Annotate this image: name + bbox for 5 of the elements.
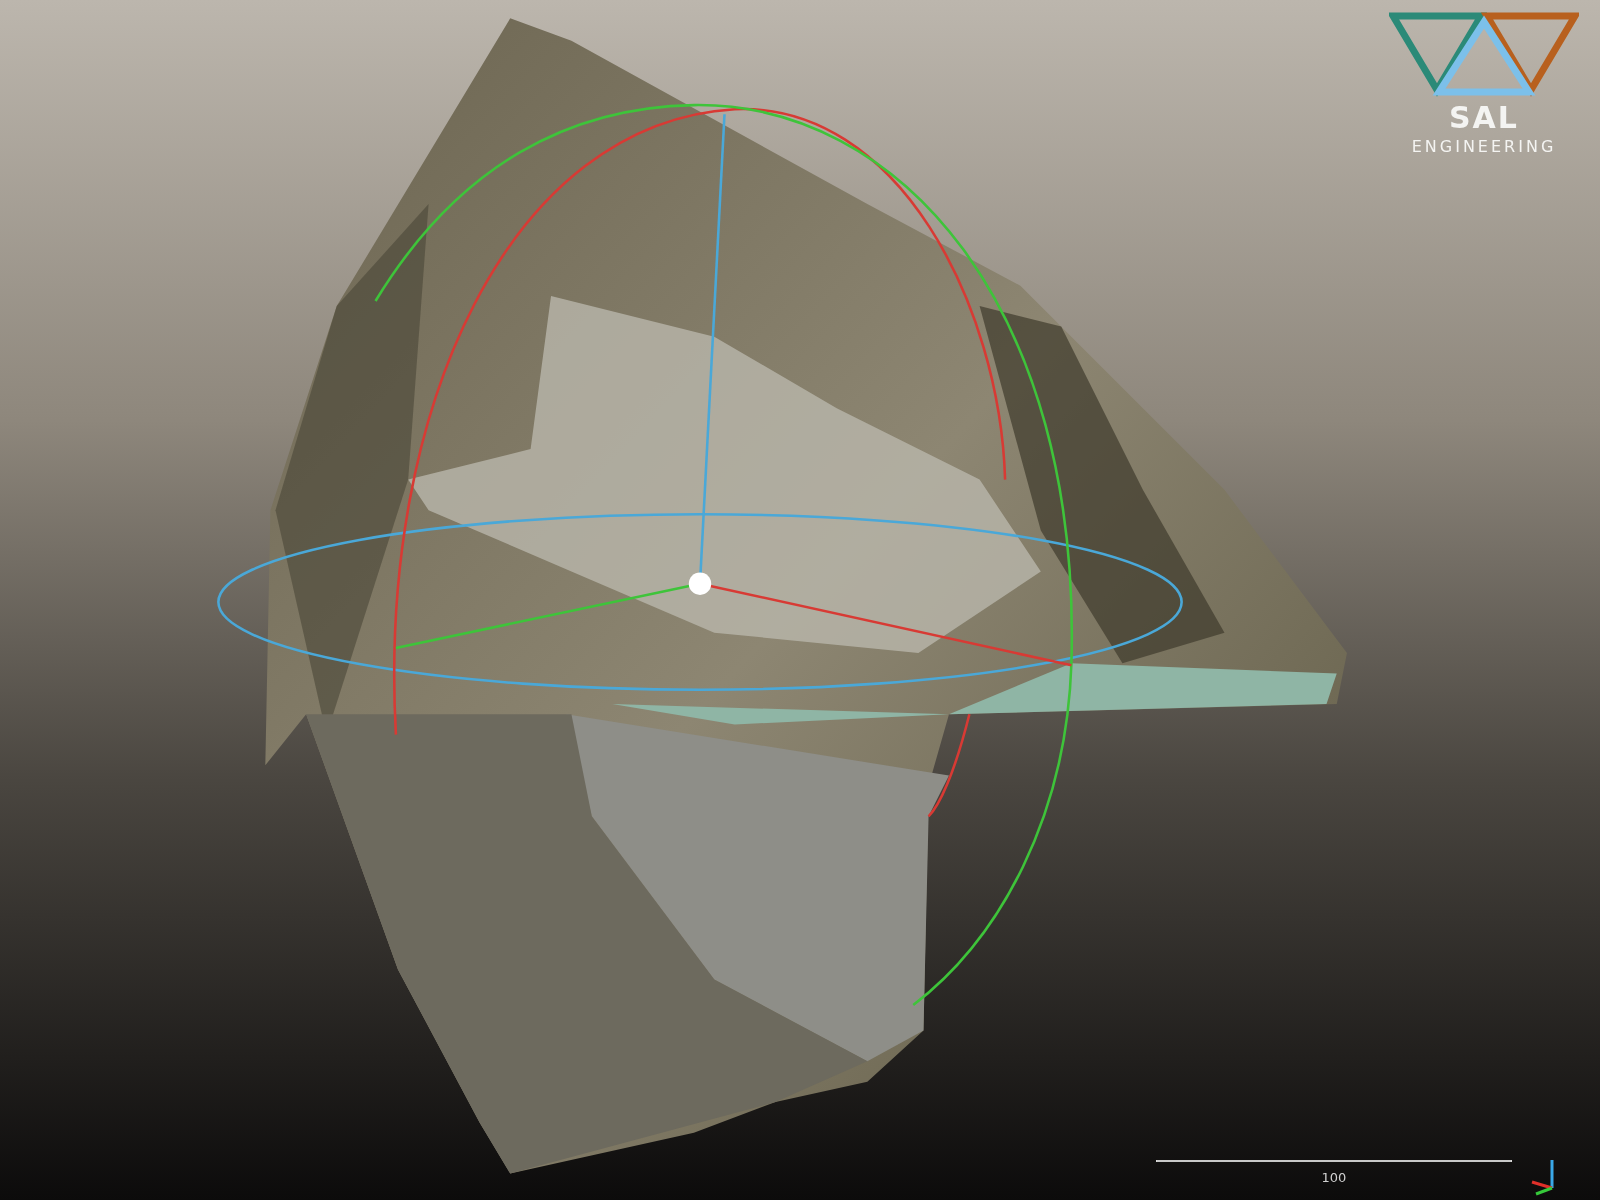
scale-label: 100 xyxy=(1321,1170,1347,1185)
logo-title: SAL xyxy=(1449,103,1519,133)
triangles-logo-icon xyxy=(1389,12,1579,97)
logo-subtitle: ENGINEERING xyxy=(1411,137,1557,156)
3d-viewport[interactable]: SAL ENGINEERING 100 xyxy=(0,0,1600,1200)
